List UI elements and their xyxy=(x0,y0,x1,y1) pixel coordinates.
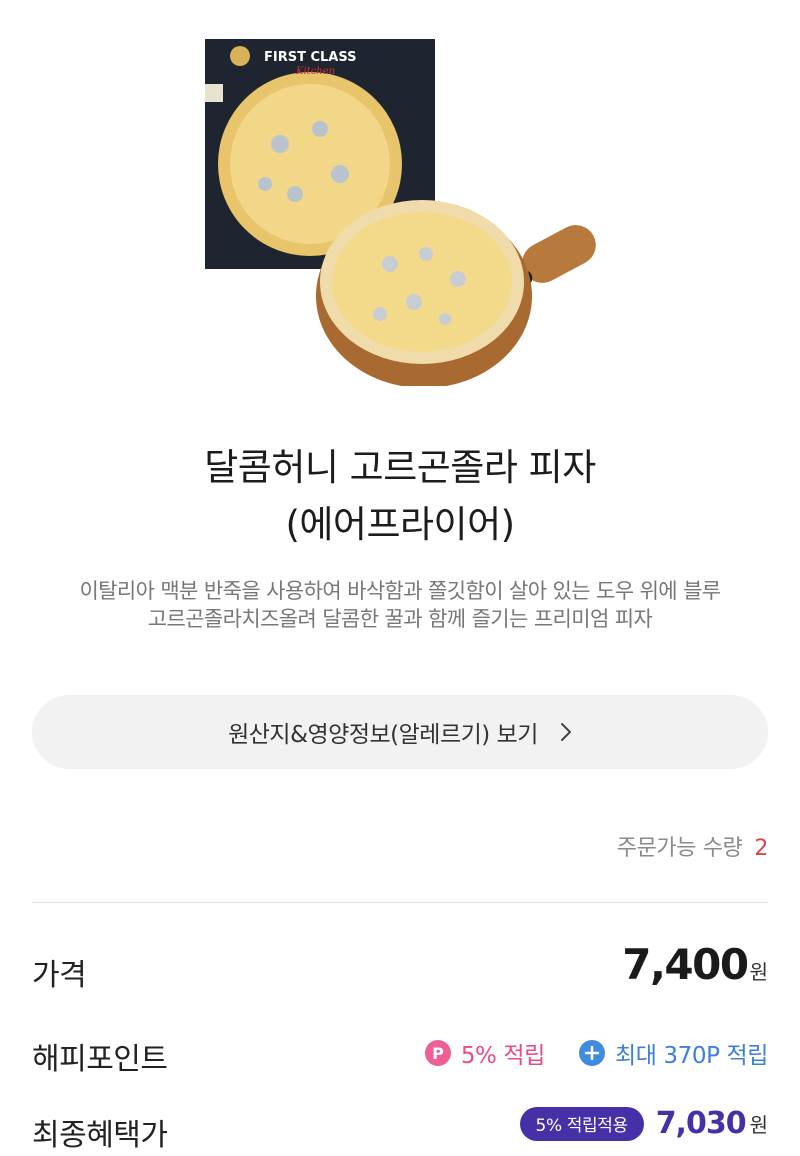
plus-circle-icon[interactable] xyxy=(578,1040,605,1066)
origin-nutrition-info-button[interactable]: 원산지&영양정보(알레르기) 보기 xyxy=(32,695,768,769)
divider xyxy=(32,902,768,903)
price-amount: 7,400 xyxy=(622,940,749,989)
final-price-info: 5% 적립적용 7,030 원 xyxy=(519,1106,768,1141)
product-title-line2: (에어프라이어) xyxy=(285,503,515,546)
point-p-icon: P xyxy=(424,1040,451,1066)
chevron-right-icon xyxy=(560,723,571,741)
order-quantity-value: 2 xyxy=(754,836,768,861)
final-price-unit: 원 xyxy=(749,1113,768,1137)
price-unit: 원 xyxy=(749,960,768,984)
product-image: FIRST CLASS Kitchen xyxy=(205,39,596,386)
box-brand-script: Kitchen xyxy=(295,66,335,77)
order-quantity-label: 주문가능 수량 xyxy=(616,836,743,861)
final-price-badge: 5% 적립적용 xyxy=(519,1106,644,1141)
happy-point-info: P 5% 적립 최대 370P 적립 xyxy=(424,1036,768,1070)
point-max-text[interactable]: 최대 370P 적립 xyxy=(615,1036,768,1070)
price-label: 가격 xyxy=(32,958,87,993)
point-rate-text: 5% 적립 xyxy=(460,1043,546,1069)
info-button-label: 원산지&영양정보(알레르기) 보기 xyxy=(228,722,538,748)
box-brand-text: FIRST CLASS xyxy=(264,50,357,65)
product-description-line1: 이탈리아 맥분 반죽을 사용하여 바삭함과 쫄깃함이 살아 있는 도우 위에 블… xyxy=(79,579,721,603)
final-price-amount: 7,030 xyxy=(655,1106,747,1141)
product-title-line1: 달콤허니 고르곤졸라 피자 xyxy=(204,446,596,489)
order-quantity: 주문가능 수량 2 xyxy=(616,830,769,862)
final-price-label: 최종혜택가 xyxy=(32,1118,168,1153)
price-value: 7,400 원 xyxy=(622,940,768,989)
happy-point-label: 해피포인트 xyxy=(32,1042,168,1077)
product-description-line2: 고르곤졸라치즈올려 달콤한 꿀과 함께 즐기는 프리미엄 피자 xyxy=(147,607,653,631)
